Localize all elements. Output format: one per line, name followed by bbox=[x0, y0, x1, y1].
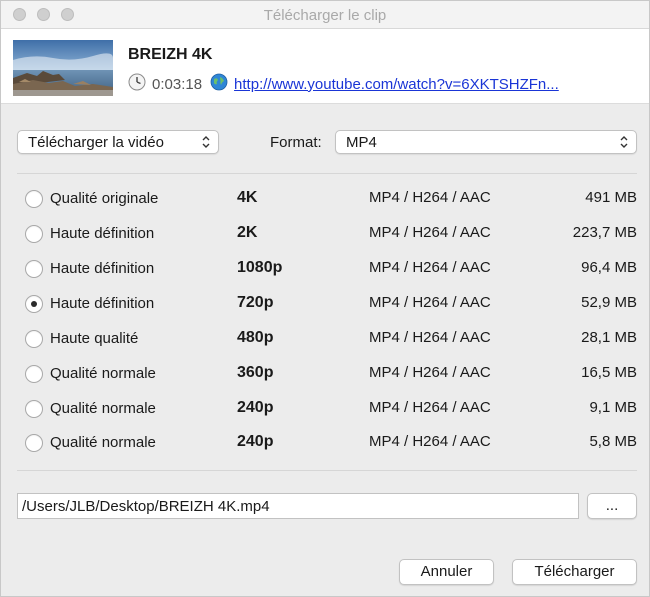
quality-size: 9,1 MB bbox=[589, 399, 637, 416]
quality-row-0[interactable]: Qualité originale 4K MP4 / H264 / AAC 49… bbox=[1, 182, 649, 216]
download-clip-window: Télécharger le clip BREIZH 4K 0:03:18 ht… bbox=[0, 0, 650, 597]
quality-codec: MP4 / H264 / AAC bbox=[369, 399, 491, 416]
quality-size: 28,1 MB bbox=[581, 329, 637, 346]
quality-row-2[interactable]: Haute définition 1080p MP4 / H264 / AAC … bbox=[1, 252, 649, 286]
quality-resolution: 480p bbox=[237, 329, 274, 346]
quality-radio[interactable] bbox=[25, 295, 43, 313]
chevron-updown-icon bbox=[620, 136, 628, 148]
quality-label: Qualité normale bbox=[50, 434, 156, 451]
quality-label: Qualité normale bbox=[50, 365, 156, 382]
quality-codec: MP4 / H264 / AAC bbox=[369, 329, 491, 346]
quality-row-3[interactable]: Haute définition 720p MP4 / H264 / AAC 5… bbox=[1, 287, 649, 321]
clip-thumbnail bbox=[13, 40, 113, 96]
quality-label: Haute définition bbox=[50, 260, 155, 277]
window-title: Télécharger le clip bbox=[263, 7, 387, 24]
quality-codec: MP4 / H264 / AAC bbox=[369, 189, 491, 206]
quality-radio[interactable] bbox=[25, 400, 43, 418]
chevron-updown-icon bbox=[202, 136, 210, 148]
download-mode-select[interactable]: Télécharger la vidéo bbox=[17, 130, 219, 154]
output-path-field[interactable] bbox=[17, 493, 579, 519]
quality-size: 16,5 MB bbox=[581, 364, 637, 381]
quality-size: 96,4 MB bbox=[581, 259, 637, 276]
clock-icon bbox=[128, 73, 146, 95]
quality-codec: MP4 / H264 / AAC bbox=[369, 224, 491, 241]
quality-row-7[interactable]: Qualité normale 240p MP4 / H264 / AAC 5,… bbox=[1, 426, 649, 460]
quality-radio[interactable] bbox=[25, 330, 43, 348]
clip-title: BREIZH 4K bbox=[128, 46, 213, 63]
clip-duration: 0:03:18 bbox=[152, 75, 203, 93]
quality-row-1[interactable]: Haute définition 2K MP4 / H264 / AAC 223… bbox=[1, 217, 649, 251]
quality-radio[interactable] bbox=[25, 260, 43, 278]
globe-icon bbox=[202, 73, 228, 95]
title-bar: Télécharger le clip bbox=[1, 1, 649, 29]
format-value: MP4 bbox=[346, 134, 377, 151]
quality-label: Qualité originale bbox=[50, 190, 159, 207]
clip-meta: 0:03:18 http://www.youtube.com/watch?v=6… bbox=[128, 73, 559, 95]
download-mode-value: Télécharger la vidéo bbox=[28, 134, 164, 151]
clip-url-link[interactable]: http://www.youtube.com/watch?v=6XKTSHZFn… bbox=[234, 76, 559, 93]
quality-size: 52,9 MB bbox=[581, 294, 637, 311]
quality-codec: MP4 / H264 / AAC bbox=[369, 294, 491, 311]
quality-label: Qualité normale bbox=[50, 400, 156, 417]
quality-resolution: 720p bbox=[237, 294, 274, 311]
quality-label: Haute définition bbox=[50, 225, 155, 242]
quality-size: 5,8 MB bbox=[589, 433, 637, 450]
quality-resolution: 360p bbox=[237, 364, 274, 381]
quality-codec: MP4 / H264 / AAC bbox=[369, 259, 491, 276]
quality-resolution: 1080p bbox=[237, 259, 283, 276]
quality-resolution: 240p bbox=[237, 399, 274, 416]
quality-radio[interactable] bbox=[25, 365, 43, 383]
quality-resolution: 4K bbox=[237, 189, 258, 206]
quality-row-6[interactable]: Qualité normale 240p MP4 / H264 / AAC 9,… bbox=[1, 392, 649, 426]
cancel-button[interactable]: Annuler bbox=[399, 559, 494, 585]
quality-codec: MP4 / H264 / AAC bbox=[369, 433, 491, 450]
output-path-input[interactable] bbox=[18, 494, 578, 518]
clip-header: BREIZH 4K 0:03:18 http://www.youtube.com… bbox=[1, 29, 649, 104]
quality-radio[interactable] bbox=[25, 434, 43, 452]
download-button[interactable]: Télécharger bbox=[512, 559, 637, 585]
divider bbox=[17, 173, 637, 174]
format-select[interactable]: MP4 bbox=[335, 130, 637, 154]
quality-label: Haute qualité bbox=[50, 330, 139, 347]
quality-codec: MP4 / H264 / AAC bbox=[369, 364, 491, 381]
quality-resolution: 240p bbox=[237, 433, 274, 450]
quality-size: 491 MB bbox=[585, 189, 637, 206]
quality-row-4[interactable]: Haute qualité 480p MP4 / H264 / AAC 28,1… bbox=[1, 322, 649, 356]
quality-row-5[interactable]: Qualité normale 360p MP4 / H264 / AAC 16… bbox=[1, 357, 649, 391]
quality-resolution: 2K bbox=[237, 224, 258, 241]
quality-radio[interactable] bbox=[25, 190, 43, 208]
browse-button[interactable]: ... bbox=[587, 493, 637, 519]
divider bbox=[17, 470, 637, 471]
quality-label: Haute définition bbox=[50, 295, 155, 312]
quality-radio[interactable] bbox=[25, 225, 43, 243]
format-label: Format: bbox=[270, 134, 322, 151]
quality-size: 223,7 MB bbox=[572, 224, 637, 241]
